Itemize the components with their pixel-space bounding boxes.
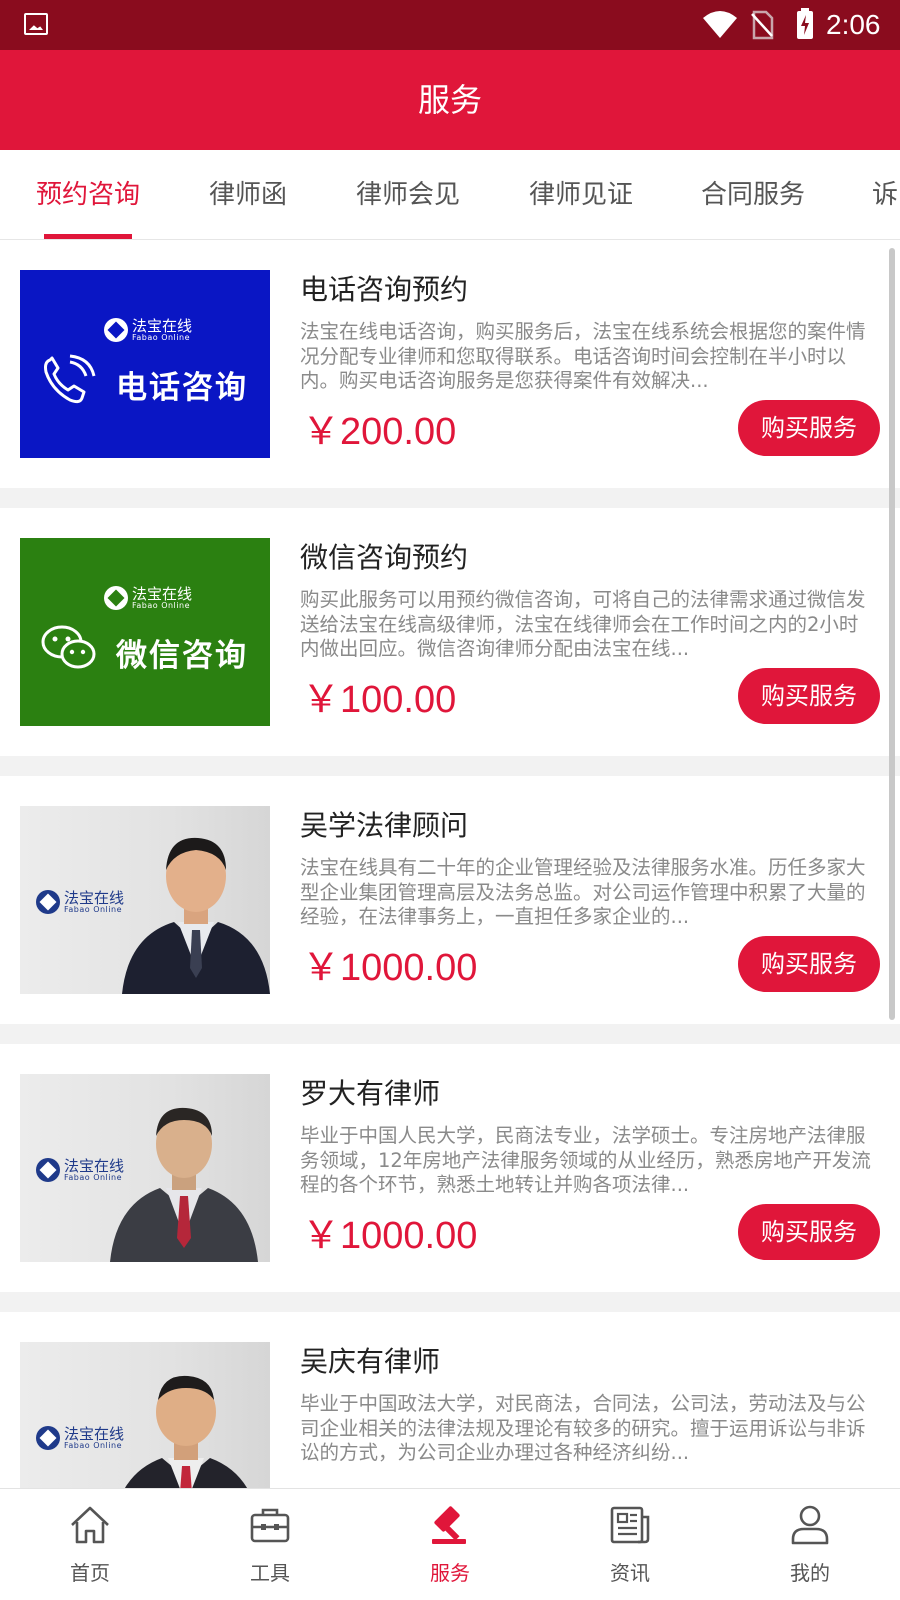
service-title: 罗大有律师 [300, 1077, 441, 1110]
nav-label: 资讯 [610, 1561, 650, 1585]
toolbox-icon [250, 1508, 290, 1543]
brand-logo: 法宝在线 Fabao Online [104, 318, 192, 342]
service-price: ￥100.00 [302, 679, 457, 721]
brand-mark-icon [36, 890, 60, 914]
status-bar: 2:06 [0, 0, 900, 50]
nav-item-home[interactable]: 首页 [0, 1489, 180, 1600]
brand-mark-icon [104, 586, 128, 610]
thumbnail-label: 电话咨询 [116, 370, 248, 406]
lawyer-portrait [125, 1375, 247, 1488]
lawyer-photo: 法宝在线 Fabao Online [20, 1074, 270, 1262]
brand-mark-icon [104, 318, 128, 342]
service-description: 法宝在线具有二十年的企业管理经验及法律服务水准。历任多家大型企业集团管理高层及法… [300, 856, 866, 928]
brand-text: 法宝在线 Fabao Online [132, 317, 193, 342]
thumbnail-label: 微信咨询 [116, 638, 248, 674]
category-tabs: 预约咨询 律师函 律师会见 律师见证 合同服务 诉 [0, 150, 900, 240]
status-time: 2:06 [826, 9, 881, 40]
tab-contract-service[interactable]: 合同服务 [701, 150, 805, 239]
wifi-icon [703, 11, 737, 38]
list-scrollbar[interactable] [889, 248, 895, 1020]
active-tab-indicator [44, 234, 132, 239]
tab-lawyer-letter[interactable]: 律师函 [209, 150, 287, 239]
buy-service-button[interactable]: 购买服务 [738, 1204, 880, 1260]
service-description: 毕业于中国政法大学，对民商法，合同法，公司法，劳动法及与公司企业相关的法律法规及… [300, 1392, 866, 1464]
page-title: 服务 [417, 81, 482, 119]
service-price: ￥200.00 [302, 411, 457, 453]
service-title: 电话咨询预约 [300, 273, 469, 306]
service-description: 毕业于中国人民大学，民商法专业，法学硕士。专注房地产法律服务领域，12年房地产法… [300, 1124, 871, 1196]
tab-lawyer-witness[interactable]: 律师见证 [529, 150, 633, 239]
gavel-icon [432, 1506, 466, 1544]
service-thumbnail: 法宝在线 Fabao Online 电话咨询 [20, 270, 270, 458]
nav-item-profile[interactable]: 我的 [720, 1489, 900, 1600]
gallery-icon [24, 13, 48, 35]
brand-logo: 法宝在线 Fabao Online [104, 586, 192, 610]
nav-label: 工具 [250, 1561, 290, 1585]
service-price: ￥1000.00 [302, 947, 478, 989]
phone-icon [44, 354, 96, 404]
lawyer-portrait [122, 837, 270, 994]
brand-mark-icon [36, 1158, 60, 1182]
nav-label: 首页 [70, 1561, 110, 1585]
lawyer-photo: 法宝在线 Fabao Online [20, 806, 270, 994]
tab-appointment-consult[interactable]: 预约咨询 [36, 150, 140, 239]
service-description: 法宝在线电话咨询，购买服务后，法宝在线系统会根据您的案件情况分配专业律师和您取得… [300, 320, 866, 392]
buy-service-button[interactable]: 购买服务 [738, 400, 880, 456]
brand-logo: 法宝在线 Fabao Online [36, 890, 124, 914]
user-icon [791, 1505, 829, 1545]
list-item[interactable]: 法宝在线 Fabao Online 罗大有律师 毕业于中国人民大学，民商法专业，法… [0, 1044, 900, 1292]
news-icon [610, 1506, 650, 1544]
service-title: 微信咨询预约 [300, 541, 469, 574]
battery-charging-icon [797, 8, 813, 39]
nav-label: 我的 [790, 1561, 830, 1585]
sim-card-off-icon [751, 10, 774, 40]
list-item[interactable]: 法宝在线 Fabao Online 微信咨询 微信咨询预约 购买此服务可以用预约微… [0, 508, 900, 756]
lawyer-portrait [110, 1107, 258, 1262]
buy-service-button[interactable]: 购买服务 [738, 668, 880, 724]
list-item[interactable]: 法宝在线 Fabao Online 电话咨询 电话咨询预约 法宝在线电话咨询，购买… [0, 240, 900, 488]
brand-mark-icon [36, 1426, 60, 1450]
nav-item-tools[interactable]: 工具 [180, 1489, 360, 1600]
home-icon [71, 1506, 109, 1544]
service-title: 吴学法律顾问 [300, 809, 469, 842]
bottom-navigation: 首页 工具 服务 资讯 我的 [0, 1488, 900, 1600]
service-price: ￥1000.00 [302, 1215, 478, 1257]
buy-service-button[interactable]: 购买服务 [738, 936, 880, 992]
nav-label: 服务 [430, 1561, 470, 1585]
service-list[interactable]: 法宝在线 Fabao Online 电话咨询 电话咨询预约 法宝在线电话咨询，购买… [0, 240, 900, 1488]
service-description: 购买此服务可以用预约微信咨询，可将自己的法律需求通过微信发送给法宝在线高级律师，… [300, 588, 866, 660]
list-item[interactable]: 法宝在线 Fabao Online 吴庆有律师 毕业于中国政法大学，对民商法，合同… [0, 1312, 900, 1488]
app-bar: 服务 [0, 50, 900, 150]
nav-item-news[interactable]: 资讯 [540, 1489, 720, 1600]
wechat-icon [41, 625, 96, 669]
lawyer-photo: 法宝在线 Fabao Online [20, 1342, 270, 1488]
brand-logo: 法宝在线 Fabao Online [36, 1426, 124, 1450]
tab-litigation[interactable]: 诉 [872, 150, 898, 239]
tab-lawyer-meeting[interactable]: 律师会见 [356, 150, 460, 239]
list-item[interactable]: 法宝在线 Fabao Online 吴学法律顾问 法宝在线具有二十年的企业管理经验… [0, 776, 900, 1024]
brand-text: 法宝在线 Fabao Online [132, 585, 193, 610]
service-title: 吴庆有律师 [300, 1345, 441, 1378]
nav-item-service[interactable]: 服务 [360, 1489, 540, 1600]
service-thumbnail: 法宝在线 Fabao Online 微信咨询 [20, 538, 270, 726]
brand-text: 法宝在线 Fabao Online [64, 889, 125, 914]
